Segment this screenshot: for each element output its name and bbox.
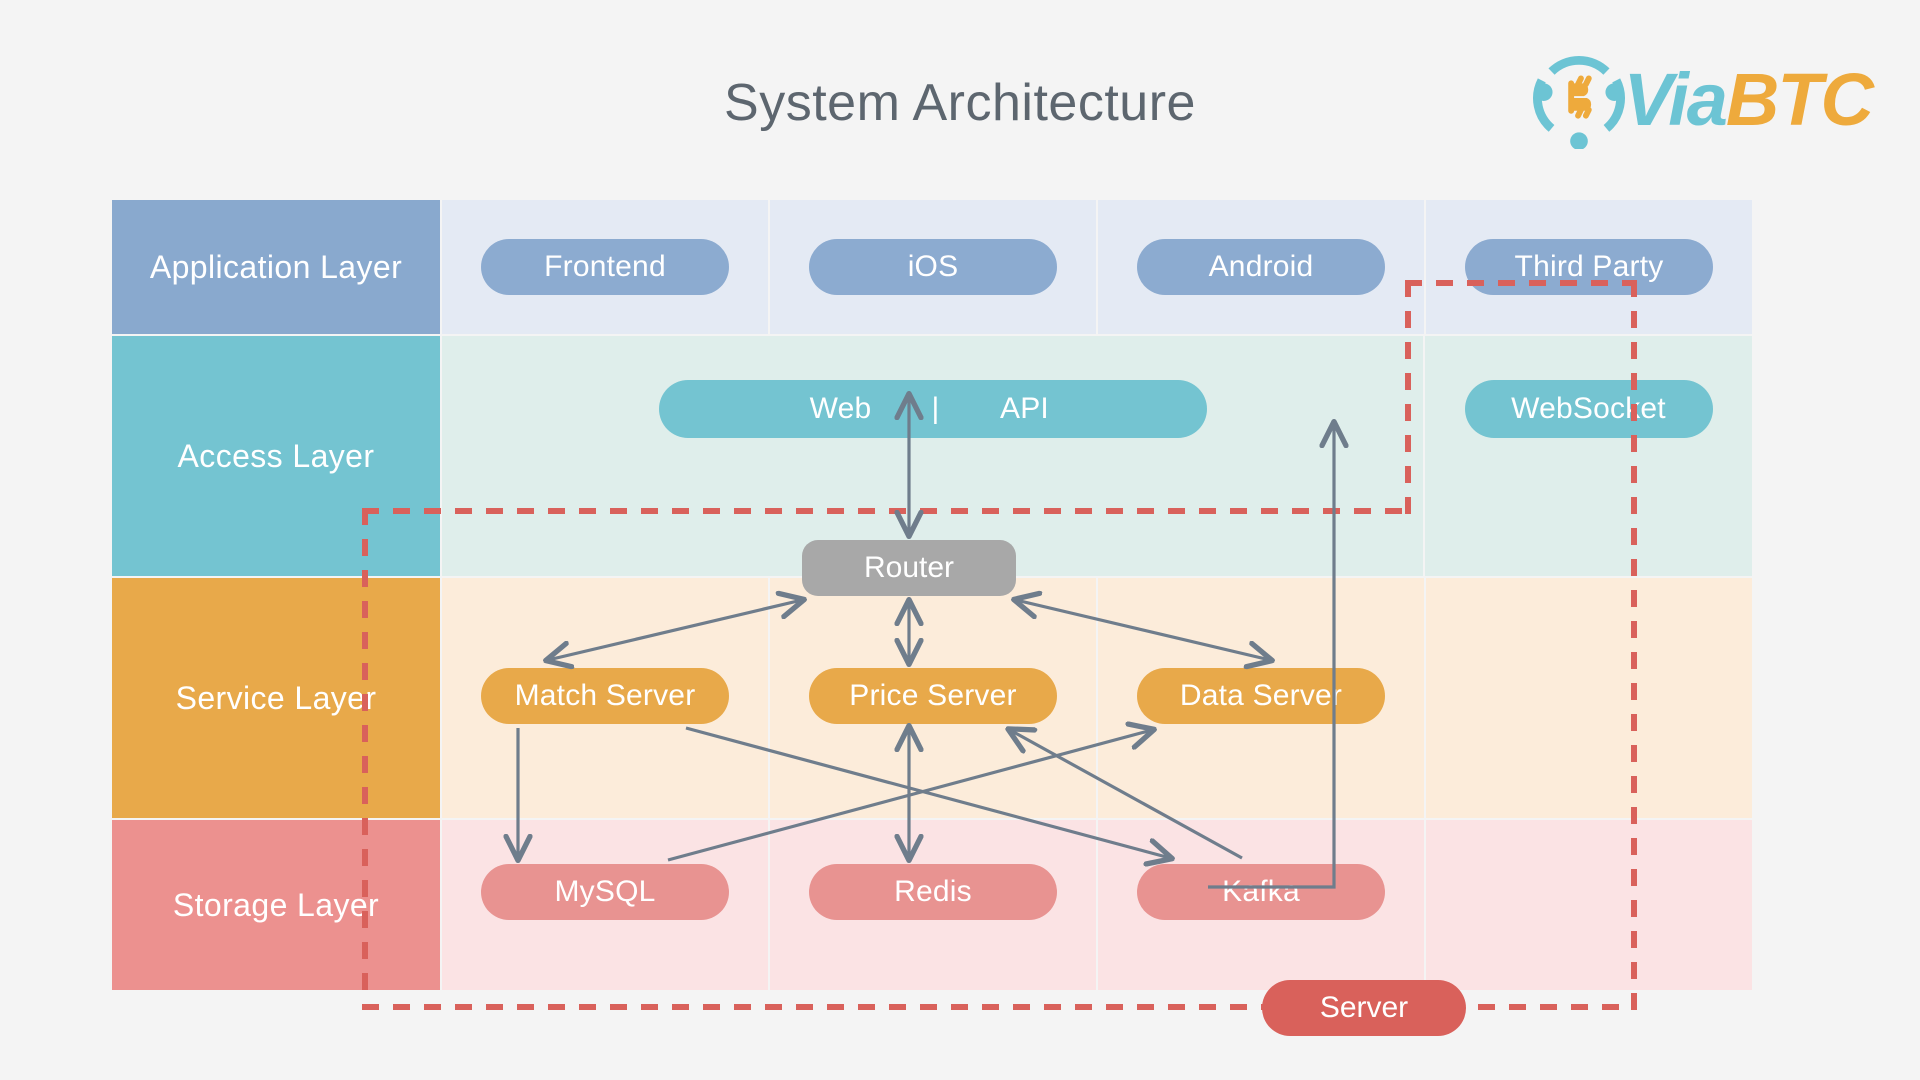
cell-data-server: Data Server [1098,578,1424,818]
cell-storage-empty [1426,820,1752,990]
node-ios[interactable]: iOS [809,239,1057,295]
node-android[interactable]: Android [1137,239,1385,295]
cell-frontend: Frontend [442,200,768,334]
node-mysql[interactable]: MySQL [481,864,729,920]
brand-wordmark: ViaBTC [1623,58,1874,141]
node-redis[interactable]: Redis [809,864,1057,920]
cell-match-server: Match Server [442,578,768,818]
node-match-server[interactable]: Match Server [481,668,729,724]
layer-row-service: Service Layer Match Server Price Server … [112,578,1752,818]
node-kafka[interactable]: Kafka [1137,864,1385,920]
layer-cells-service: Match Server Price Server Data Server [442,578,1752,818]
node-router[interactable]: Router [802,540,1016,596]
viabtc-logo: ViaBTC [1530,50,1874,150]
server-legend-badge: Server [1262,980,1466,1036]
viabtc-bitcoin-circle-icon [1532,55,1625,149]
layer-label-application: Application Layer [112,200,440,334]
node-web-api[interactable]: Web | API [658,380,1207,438]
brand-name-via: Via [1623,58,1728,141]
layer-cells-access: Web | API WebSocket [442,336,1752,576]
cell-ios: iOS [770,200,1096,334]
layer-row-application: Application Layer Frontend iOS Android T… [112,200,1752,334]
page-header: System Architecture ViaBTC [0,0,1920,195]
cell-price-server: Price Server [770,578,1096,818]
cell-kafka: Kafka [1098,820,1424,990]
layer-label-access: Access Layer [112,336,440,576]
brand-name-btc: BTC [1725,58,1874,141]
node-data-server[interactable]: Data Server [1137,668,1385,724]
layer-label-storage: Storage Layer [112,820,440,990]
architecture-diagram: Application Layer Frontend iOS Android T… [112,200,1752,1036]
layer-cells-application: Frontend iOS Android Third Party [442,200,1752,334]
cell-service-empty [1426,578,1752,818]
layer-label-service: Service Layer [112,578,440,818]
node-frontend[interactable]: Frontend [481,239,729,295]
node-price-server[interactable]: Price Server [809,668,1057,724]
cell-redis: Redis [770,820,1096,990]
cell-mysql: MySQL [442,820,768,990]
layer-cells-storage: MySQL Redis Kafka [442,820,1752,990]
node-websocket[interactable]: WebSocket [1464,380,1713,438]
cell-websocket: WebSocket [1425,336,1752,576]
node-api-label: API [1000,392,1049,425]
layer-row-storage: Storage Layer MySQL Redis Kafka [112,820,1752,990]
cell-android: Android [1098,200,1424,334]
node-third-party[interactable]: Third Party [1465,239,1713,295]
cell-third-party: Third Party [1426,200,1752,334]
node-web-label: Web [809,392,872,425]
